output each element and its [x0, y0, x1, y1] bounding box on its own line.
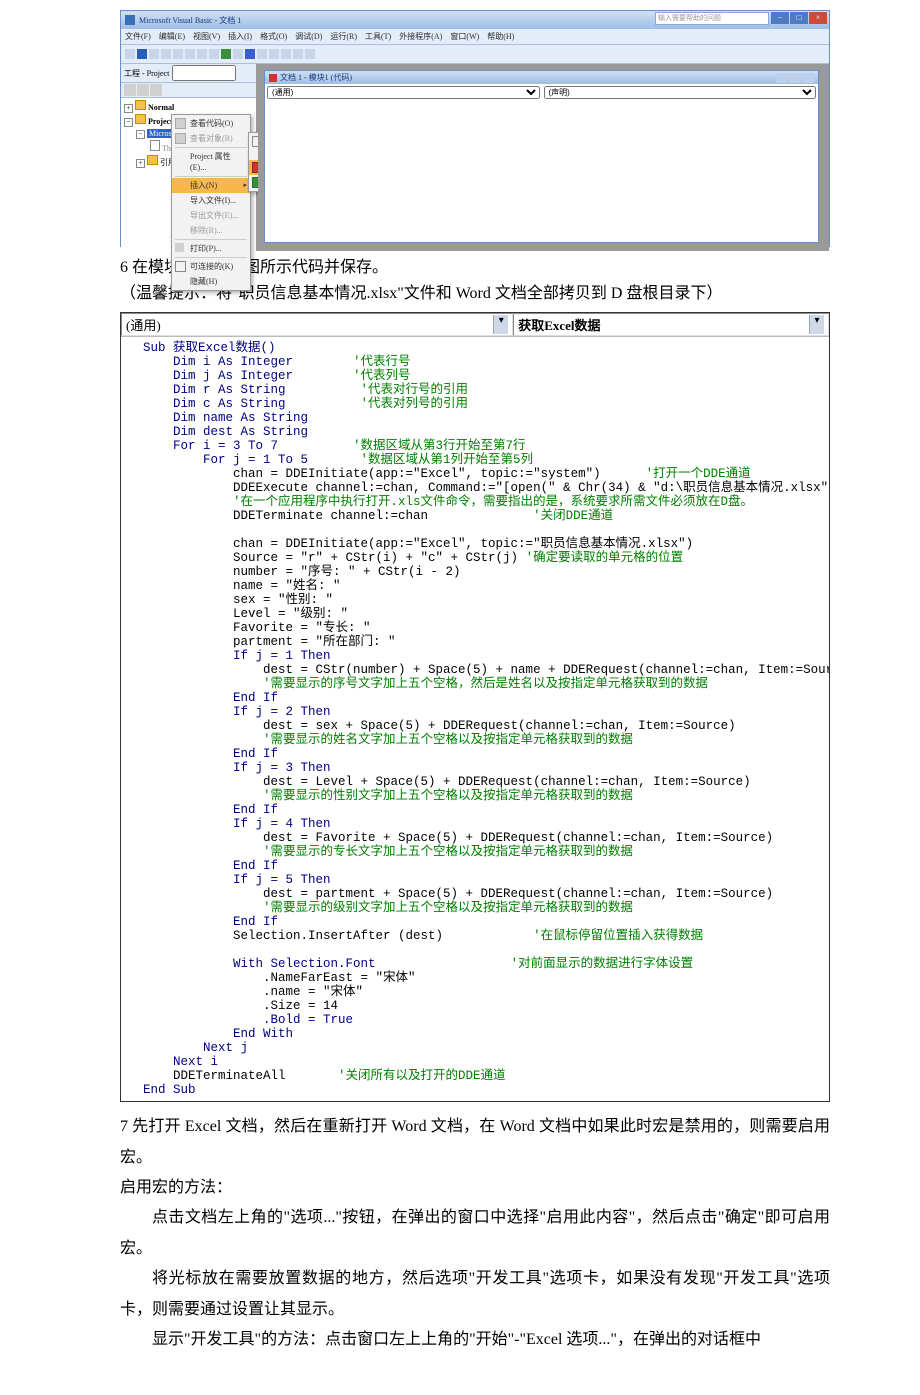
code-pane[interactable] [265, 101, 818, 240]
run-icon[interactable] [221, 49, 231, 59]
code-window-title-text: 文档 1 - 模块1 (代码) [280, 72, 352, 83]
undo-icon[interactable] [197, 49, 207, 59]
ctx-import-file[interactable]: 导入文件(I)... [172, 193, 250, 208]
menu-edit[interactable]: 编辑(E) [159, 32, 185, 41]
project-explorer-pane: 工程 - Project +Normal −Project (文档 1) −Mi… [121, 64, 258, 251]
ctx-export-file: 导出文件(E)... [172, 208, 250, 223]
break-icon[interactable] [233, 49, 243, 59]
toolbox-icon[interactable] [305, 49, 315, 59]
menu-view[interactable]: 视图(V) [193, 32, 220, 41]
step7-p4: 将光标放在需要放置数据的地方，然后选项"开发工具"选项卡，如果没有发现"开发工具… [120, 1264, 830, 1325]
mdi-close-button[interactable] [802, 73, 814, 83]
print-icon [175, 243, 184, 252]
vbe-ide-screenshot: Microsoft Visual Basic - 文档 1 输入需要帮助的问题 … [120, 10, 830, 247]
properties-icon[interactable] [281, 49, 291, 59]
ctx-remove: 移除(R)... [172, 223, 250, 238]
submenu-arrow-icon: ▸ [243, 180, 247, 191]
design-mode-icon[interactable] [257, 49, 267, 59]
chevron-down-icon: ▾ [809, 315, 824, 334]
view-word-icon[interactable] [125, 49, 135, 59]
ctx-project-props[interactable]: Project 属性(E)... [172, 149, 250, 175]
project-pane-combo[interactable] [172, 65, 236, 81]
menu-run[interactable]: 运行(R) [330, 32, 357, 41]
vb-app-icon [125, 15, 135, 25]
mdi-min-button[interactable] [776, 73, 788, 83]
paste-icon[interactable] [173, 49, 183, 59]
vbe-mdi-area: 文档 1 - 模块1 (代码) (通用) (声明) [258, 64, 829, 251]
ctx-insert[interactable]: 插入(N)▸ [172, 178, 250, 193]
folders-icon[interactable] [150, 84, 162, 96]
find-icon[interactable] [185, 49, 195, 59]
ctx-hide[interactable]: 隐藏(H) [172, 274, 250, 289]
code-window-title: 文档 1 - 模块1 (代码) [265, 71, 818, 84]
vbe-menubar[interactable]: 文件(F) 编辑(E) 视图(V) 插入(I) 格式(O) 调试(D) 运行(R… [121, 29, 829, 45]
ctx-dockable[interactable]: 可连接的(K) [172, 259, 250, 274]
ctx-view-code[interactable]: 查看代码(O) [172, 116, 250, 131]
menu-window[interactable]: 窗口(W) [450, 32, 479, 41]
project-pane-header: 工程 - Project [121, 64, 256, 83]
code-text: Sub 获取Excel数据() Dim i As Integer '代表行号 D… [121, 337, 829, 1101]
tree-normal[interactable]: +Normal [124, 100, 253, 114]
project-explorer-icon[interactable] [269, 49, 279, 59]
view-object-icon[interactable] [137, 84, 149, 96]
menu-insert[interactable]: 插入(I) [228, 32, 252, 41]
step7-p1: 7 先打开 Excel 文档，然后在重新打开 Word 文档，在 Word 文档… [120, 1112, 830, 1173]
ctx-view-object: 查看对象(B) [172, 131, 250, 146]
mdi-max-button[interactable] [789, 73, 801, 83]
menu-debug[interactable]: 调试(D) [295, 32, 322, 41]
menu-file[interactable]: 文件(F) [125, 32, 151, 41]
procedure-dropdown-2[interactable]: 获取Excel数据▾ [513, 313, 829, 336]
object-icon [175, 133, 186, 144]
object-browser-icon[interactable] [293, 49, 303, 59]
reset-icon[interactable] [245, 49, 255, 59]
redo-icon[interactable] [209, 49, 219, 59]
module-icon [269, 74, 277, 82]
procedure-dropdown[interactable]: (声明) [544, 86, 817, 99]
project-tree[interactable]: +Normal −Project (文档 1) −Microsoft Word … [121, 98, 256, 251]
vbe-toolbar [121, 45, 829, 64]
object-dropdown-2[interactable]: (通用)▾ [121, 313, 513, 336]
ctx-print[interactable]: 打印(P)... [172, 241, 250, 256]
copy-icon[interactable] [161, 49, 171, 59]
object-dropdown[interactable]: (通用) [267, 86, 540, 99]
minimize-button[interactable]: − [771, 12, 789, 24]
menu-addins[interactable]: 外接程序(A) [399, 32, 442, 41]
check-icon [175, 261, 186, 272]
project-pane-toolbar [121, 83, 256, 98]
close-button[interactable]: × [809, 12, 827, 24]
chevron-down-icon: ▾ [493, 315, 508, 334]
step7-p3: 点击文档左上角的"选项..."按钮，在弹出的窗口中选择"启用此内容"，然后点击"… [120, 1203, 830, 1264]
menu-tools[interactable]: 工具(T) [365, 32, 391, 41]
project-pane-title: 工程 - Project [124, 68, 169, 79]
step-7-text: 7 先打开 Excel 文档，然后在重新打开 Word 文档，在 Word 文档… [120, 1112, 830, 1355]
menu-format[interactable]: 格式(O) [260, 32, 287, 41]
step7-p5: 显示"开发工具"的方法：点击窗口左上上角的"开始"-"Excel 选项..."，… [120, 1325, 830, 1355]
vbe-titlebar: Microsoft Visual Basic - 文档 1 输入需要帮助的问题 … [121, 11, 829, 29]
cut-icon[interactable] [149, 49, 159, 59]
vbe-title-text: Microsoft Visual Basic - 文档 1 [139, 15, 241, 26]
code-icon [175, 118, 186, 129]
vbe-help-search[interactable]: 输入需要帮助的问题 [655, 12, 769, 25]
vbe-window-buttons: − □ × [771, 12, 827, 24]
step7-p2: 启用宏的方法： [120, 1173, 830, 1203]
module-code-screenshot: (通用)▾ 获取Excel数据▾ Sub 获取Excel数据() Dim i A… [120, 312, 830, 1102]
view-code-icon[interactable] [124, 84, 136, 96]
save-icon[interactable] [137, 49, 147, 59]
context-menu[interactable]: 查看代码(O) 查看对象(B) Project 属性(E)... 插入(N)▸ … [171, 114, 251, 291]
maximize-button[interactable]: □ [790, 12, 808, 24]
menu-help[interactable]: 帮助(H) [487, 32, 514, 41]
code-window: 文档 1 - 模块1 (代码) (通用) (声明) [264, 70, 819, 243]
code-dropdowns: (通用)▾ 获取Excel数据▾ [121, 313, 829, 337]
